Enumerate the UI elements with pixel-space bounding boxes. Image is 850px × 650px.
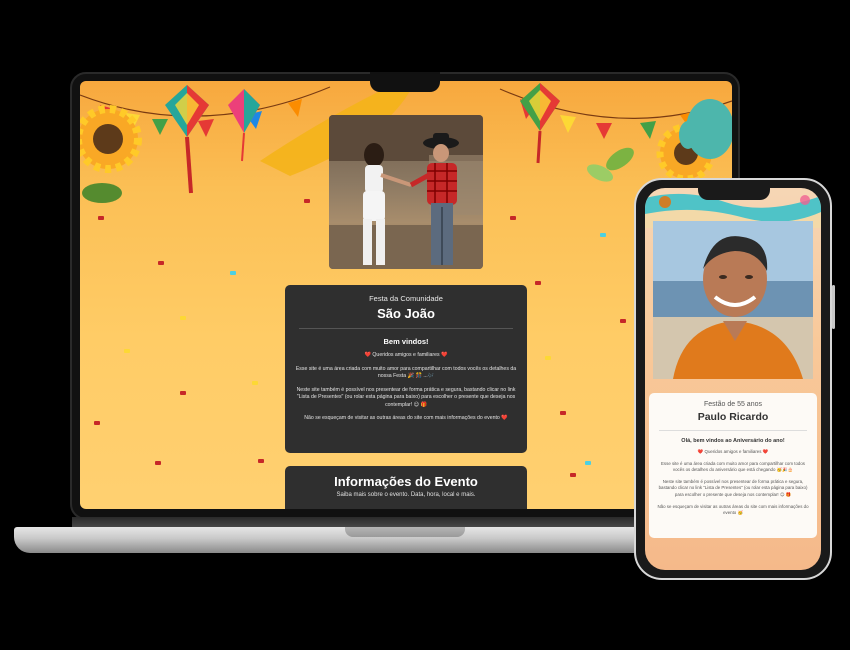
- gift-paragraph: Neste site também é possível nos present…: [296, 386, 516, 408]
- confetti: [570, 473, 576, 477]
- confetti: [230, 271, 236, 275]
- confetti: [180, 316, 186, 320]
- greeting-text: ❤️ Queridos amigos e familiares ❤️: [697, 449, 769, 454]
- confetti: [158, 261, 164, 265]
- confetti: [600, 233, 606, 237]
- welcome-paragraph: Esse site é uma área criada com muito am…: [661, 460, 805, 473]
- confetti: [180, 391, 186, 395]
- welcome-heading: Bem vindos!: [383, 337, 429, 346]
- birthday-card: Festão de 55 anos Paulo Ricardo Olá, bem…: [649, 393, 817, 538]
- welcome-card: Festa da Comunidade São João Bem vindos!…: [285, 285, 527, 453]
- confetti: [252, 381, 258, 385]
- confetti: [258, 459, 264, 463]
- birthday-subtitle: Festão de 55 anos: [704, 401, 762, 408]
- confetti: [94, 421, 100, 425]
- confetti: [304, 199, 310, 203]
- confetti: [545, 356, 551, 360]
- confetti: [560, 411, 566, 415]
- confetti: [585, 461, 591, 465]
- confetti: [98, 216, 104, 220]
- confetti: [124, 349, 130, 353]
- visit-paragraph: Não se esqueçam de visitar as outras áre…: [657, 503, 809, 516]
- divider: [659, 430, 807, 431]
- event-title: São João: [377, 306, 435, 321]
- laptop-groove: [345, 527, 465, 537]
- birthday-title: Paulo Ricardo: [697, 411, 769, 423]
- event-info-title: Informações do Evento: [334, 474, 478, 489]
- welcome-paragraph: Esse site é uma área criada com muito am…: [295, 365, 517, 380]
- event-info-subtitle: Saiba mais sobre o evento. Data, hora, l…: [336, 492, 476, 498]
- birthday-welcome: Olá, bem vindos ao Aniversário do ano!: [681, 438, 785, 444]
- confetti: [155, 461, 161, 465]
- camera-notch: [370, 72, 440, 92]
- divider: [299, 328, 513, 329]
- phone-side-button: [832, 285, 835, 329]
- phone-notch: [698, 186, 770, 200]
- confetti: [620, 319, 626, 323]
- confetti: [510, 216, 516, 220]
- event-info-card[interactable]: Informações do Evento Saiba mais sobre o…: [285, 466, 527, 509]
- confetti: [535, 281, 541, 285]
- greeting-text: ❤️ Queridos amigos e familiares ❤️: [364, 352, 448, 358]
- profile-photo: [653, 221, 813, 379]
- event-subtitle: Festa da Comunidade: [369, 294, 443, 303]
- event-photo: [329, 115, 483, 269]
- gift-paragraph: Neste site também é possível nos present…: [658, 478, 808, 498]
- visit-paragraph: Não se esqueçam de visitar as outras áre…: [304, 415, 508, 422]
- phone-screen: Festão de 55 anos Paulo Ricardo Olá, bem…: [645, 188, 821, 570]
